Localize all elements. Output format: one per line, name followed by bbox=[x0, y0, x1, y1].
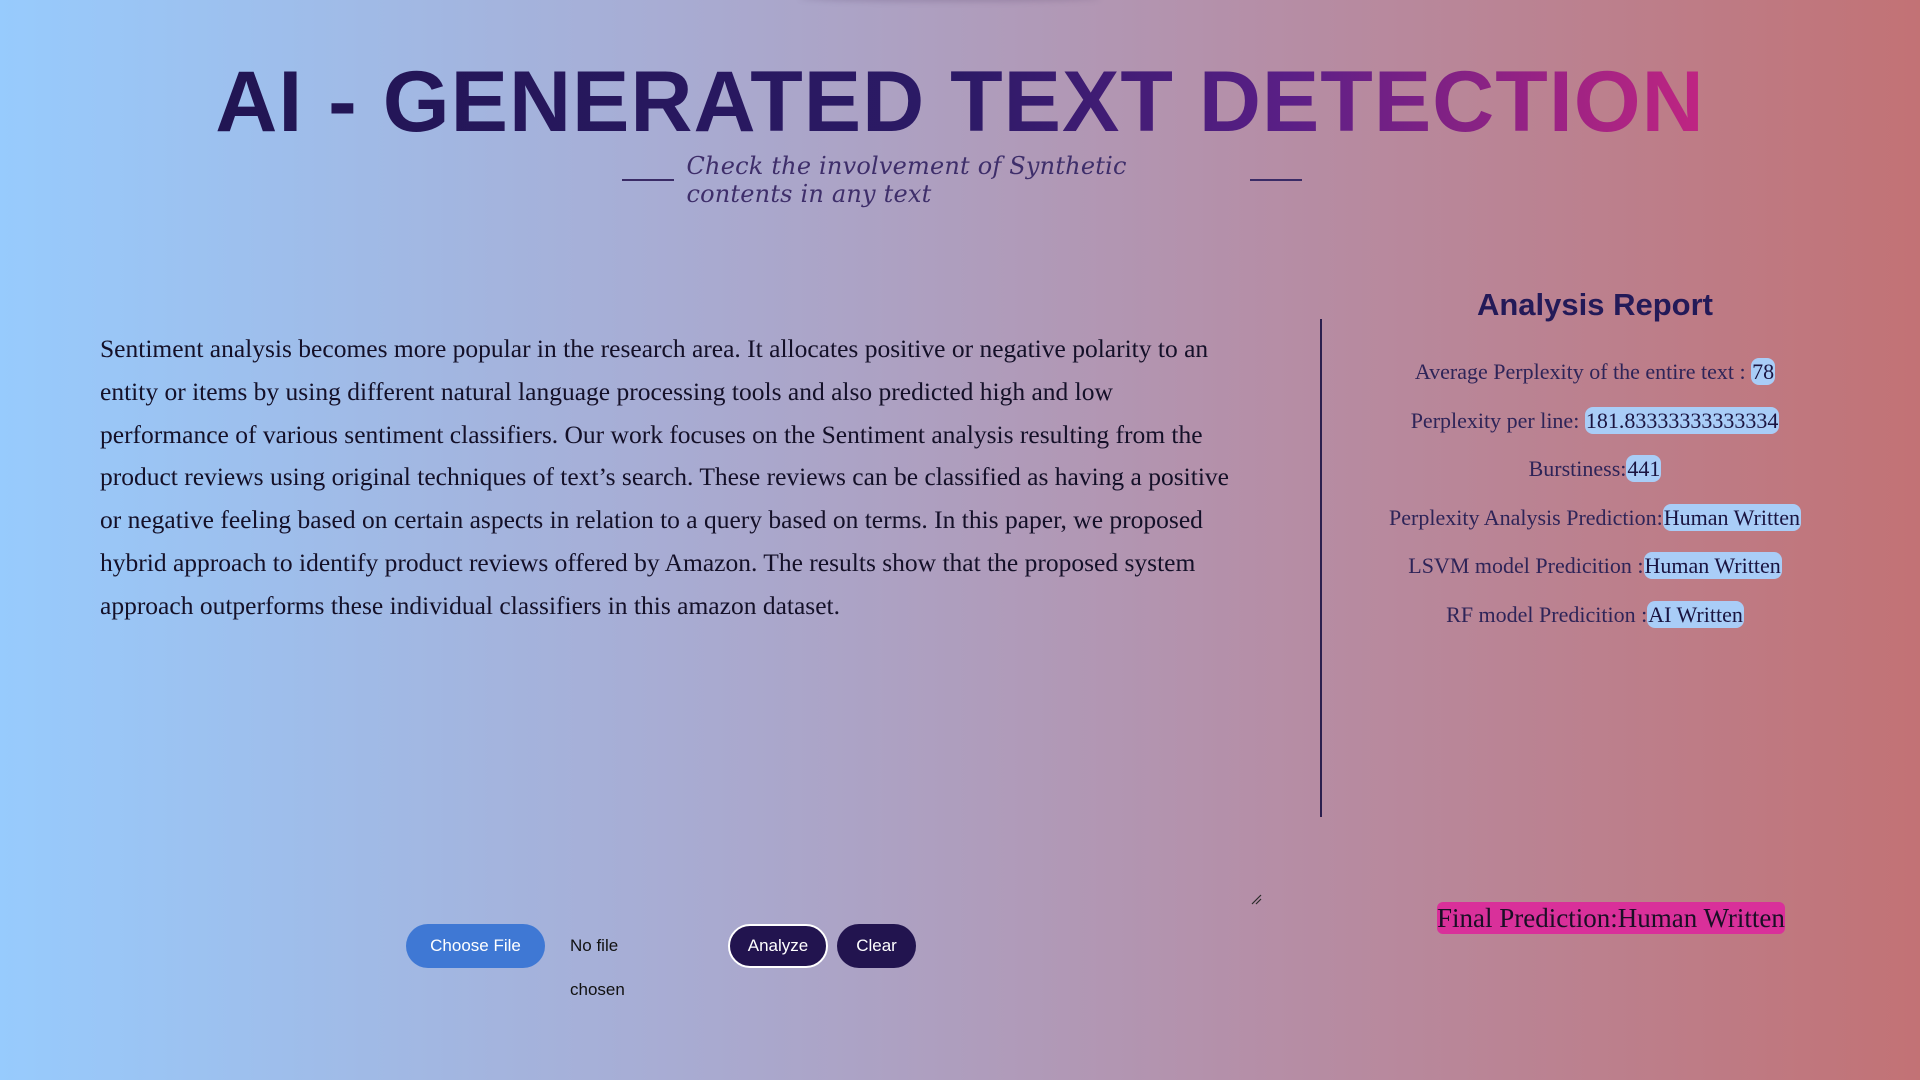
text-input-area[interactable]: Sentiment analysis becomes more popular … bbox=[100, 328, 1230, 628]
perplexity-prediction-row: Perplexity Analysis Prediction:Human Wri… bbox=[1340, 494, 1850, 543]
top-shadow bbox=[800, 0, 1100, 2]
perplexity-per-line-label: Perplexity per line: bbox=[1410, 407, 1585, 433]
lsvm-prediction-row: LSVM model Predicition :Human Written bbox=[1340, 542, 1850, 591]
avg-perplexity-label: Average Perplexity of the entire text : bbox=[1414, 359, 1752, 384]
perplexity-per-line-value: 181.83333333333334 bbox=[1584, 406, 1780, 434]
subtitle-row: Check the involvement of Synthetic conte… bbox=[622, 152, 1302, 208]
subtitle: Check the involvement of Synthetic conte… bbox=[686, 152, 1127, 208]
burstiness-value: 441 bbox=[1626, 455, 1662, 482]
report-lines: Average Perplexity of the entire text : … bbox=[1340, 348, 1850, 639]
rf-prediction-label: RF model Predicition : bbox=[1446, 601, 1648, 627]
final-prediction: Final Prediction:Human Written bbox=[1437, 902, 1785, 934]
choose-file-button[interactable]: Choose File bbox=[406, 924, 545, 968]
page-title-text: AI - GENERATED TEXT DETECTION bbox=[215, 54, 1705, 150]
rf-prediction-value: AI Written bbox=[1647, 600, 1744, 628]
rf-prediction-row: RF model Predicition :AI Written bbox=[1340, 591, 1850, 640]
clear-button[interactable]: Clear bbox=[837, 924, 916, 968]
avg-perplexity-row: Average Perplexity of the entire text : … bbox=[1340, 348, 1850, 397]
report-heading: Analysis Report bbox=[1476, 287, 1713, 322]
lsvm-prediction-value: Human Written bbox=[1643, 552, 1782, 579]
perplexity-prediction-label: Perplexity Analysis Prediction: bbox=[1389, 504, 1663, 530]
lsvm-prediction-label: LSVM model Predicition : bbox=[1408, 553, 1644, 578]
burstiness-row: Burstiness:441 bbox=[1340, 445, 1850, 494]
burstiness-label: Burstiness: bbox=[1528, 456, 1627, 481]
resize-handle-icon[interactable] bbox=[1250, 893, 1262, 905]
analyze-button[interactable]: Analyze bbox=[728, 924, 828, 968]
page-title: AI - GENERATED TEXT DETECTION bbox=[0, 52, 1920, 152]
perplexity-per-line-row: Perplexity per line: 181.83333333333334 bbox=[1340, 397, 1850, 446]
avg-perplexity-value: 78 bbox=[1751, 358, 1776, 385]
subtitle-rule-left bbox=[622, 179, 675, 181]
vertical-divider bbox=[1320, 319, 1322, 817]
analysis-report: Analysis Report Average Perplexity of th… bbox=[1340, 280, 1850, 639]
perplexity-prediction-value: Human Written bbox=[1662, 503, 1801, 531]
file-status-label: No file chosen bbox=[570, 936, 625, 999]
subtitle-rule-right bbox=[1249, 179, 1302, 181]
